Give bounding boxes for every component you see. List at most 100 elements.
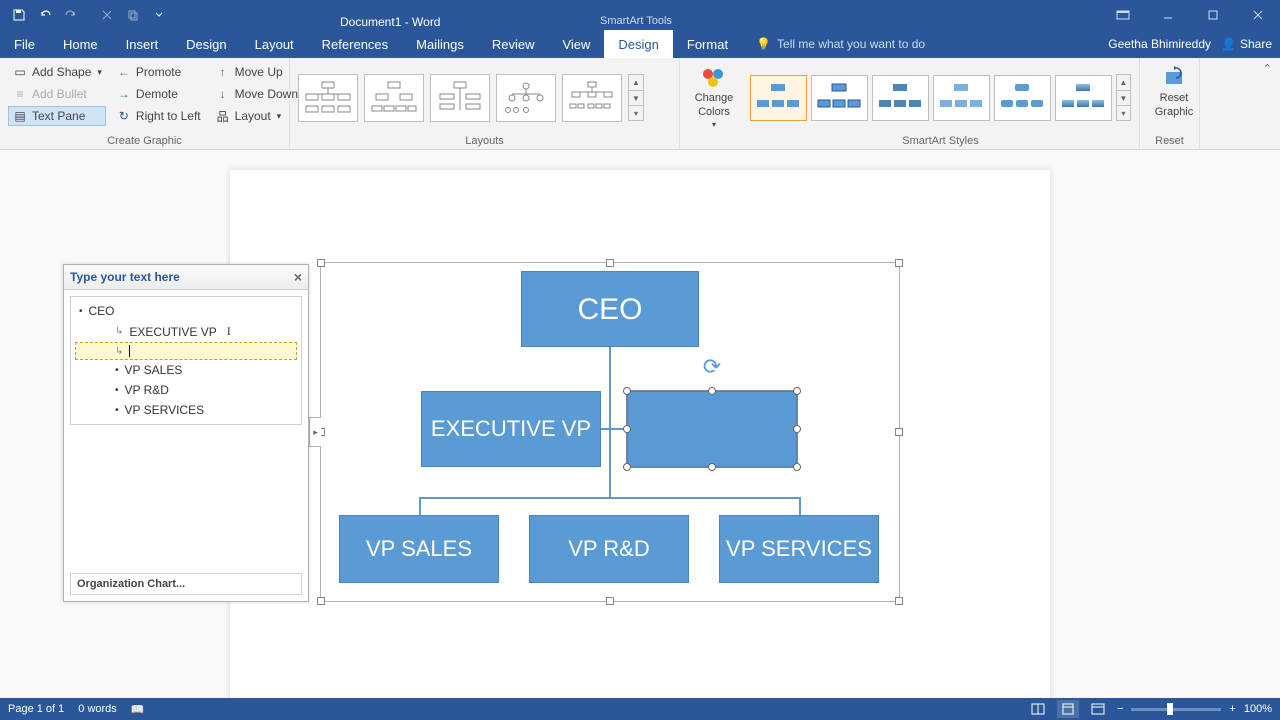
status-words[interactable]: 0 words [78,703,117,716]
create-graphic-group-label: Create Graphic [8,133,281,147]
style-thumb-3[interactable] [872,75,929,121]
text-pane-list[interactable]: •CEO ↳EXECUTIVE VPI ↳ •VP SALES •VP R&D … [70,296,302,425]
close-icon[interactable] [1235,0,1280,30]
zoom-slider[interactable] [1131,708,1221,711]
zoom-level[interactable]: 100% [1244,703,1272,715]
menu-file[interactable]: File [0,30,49,58]
qa-customize-icon[interactable] [146,2,172,28]
tp-item-vprd[interactable]: •VP R&D [75,380,297,400]
node-executive-vp[interactable]: EXECUTIVE VP [421,391,601,467]
node-ceo[interactable]: CEO [521,271,699,347]
frame-handle[interactable] [606,597,614,605]
text-pane-button[interactable]: ▤Text Pane [8,106,106,126]
shape-handle[interactable] [708,387,716,395]
shape-handle[interactable] [793,425,801,433]
maximize-icon[interactable] [1190,0,1235,30]
style-thumb-4[interactable] [933,75,990,121]
menu-insert[interactable]: Insert [112,30,173,58]
tp-item-evp[interactable]: ↳EXECUTIVE VPI [75,321,297,342]
node-vp-rd[interactable]: VP R&D [529,515,689,583]
style-thumb-6[interactable] [1055,75,1112,121]
shape-handle[interactable] [708,463,716,471]
shape-handle[interactable] [623,463,631,471]
menu-smartart-design[interactable]: Design [604,30,672,58]
frame-handle[interactable] [317,259,325,267]
view-read-icon[interactable] [1027,700,1049,718]
tp-item-vpservices[interactable]: •VP SERVICES [75,400,297,420]
status-bar: Page 1 of 1 0 words 📖 − + 100% [0,698,1280,720]
style-thumb-2[interactable] [811,75,868,121]
tp-item-blank-active[interactable]: ↳ [75,342,297,360]
ribbon-options-icon[interactable] [1100,0,1145,30]
text-pane-toggle-tab[interactable]: ▸ [309,417,321,447]
copy-icon[interactable] [120,2,146,28]
style-thumb-5[interactable] [994,75,1051,121]
shape-handle[interactable] [623,425,631,433]
styles-more[interactable]: ▲▼▾ [1116,74,1131,121]
rtl-button[interactable]: ↻Right to Left [112,106,205,126]
zoom-thumb[interactable] [1167,703,1173,715]
layouts-more[interactable]: ▲▼▾ [628,74,644,121]
layout-thumb-2[interactable] [364,74,424,122]
frame-handle[interactable] [606,259,614,267]
layout-thumb-1[interactable] [298,74,358,122]
view-print-icon[interactable] [1057,700,1079,718]
minimize-icon[interactable] [1145,0,1190,30]
menu-design[interactable]: Design [172,30,240,58]
redo-icon[interactable] [58,2,84,28]
demote-button[interactable]: →Demote [112,84,205,104]
style-thumb-1[interactable] [750,75,807,121]
zoom-in-icon[interactable]: + [1229,703,1235,715]
move-up-button[interactable]: ↑Move Up [211,62,302,82]
shape-handle[interactable] [623,387,631,395]
shape-handle[interactable] [793,463,801,471]
share-icon: 👤 [1221,37,1236,51]
shape-handle[interactable] [793,387,801,395]
status-page[interactable]: Page 1 of 1 [8,703,64,716]
promote-icon: ← [116,64,132,80]
zoom-out-icon[interactable]: − [1117,703,1123,715]
rotate-handle-icon[interactable]: ⟳ [703,358,721,376]
promote-button[interactable]: ←Promote [112,62,205,82]
user-name[interactable]: Geetha Bhimireddy [1108,37,1211,51]
tell-me-search[interactable]: 💡 Tell me what you want to do [756,30,925,58]
menu-smartart-format[interactable]: Format [673,30,742,58]
menu-review[interactable]: Review [478,30,549,58]
layout-thumb-5[interactable] [562,74,622,122]
move-down-button[interactable]: ↓Move Down [211,84,302,104]
menu-references[interactable]: References [308,30,402,58]
frame-handle[interactable] [895,597,903,605]
view-web-icon[interactable] [1087,700,1109,718]
text-pane-close-icon[interactable]: × [294,269,302,285]
layout-thumb-4[interactable] [496,74,556,122]
node-vp-sales[interactable]: VP SALES [339,515,499,583]
add-shape-button[interactable]: ▭Add Shape▾ [8,62,106,82]
collapse-ribbon-icon[interactable]: ⌃ [1263,62,1272,75]
styles-group-label: SmartArt Styles [750,133,1131,147]
menu-mailings[interactable]: Mailings [402,30,478,58]
cut-icon[interactable] [94,2,120,28]
menu-view[interactable]: View [548,30,604,58]
share-button[interactable]: 👤 Share [1221,37,1272,51]
menu-home[interactable]: Home [49,30,112,58]
reset-graphic-button[interactable]: Reset Graphic [1148,62,1200,122]
tp-item-vpsales[interactable]: •VP SALES [75,360,297,380]
layout-thumb-3[interactable] [430,74,490,122]
node-blank-selected[interactable]: ⟳ [627,391,797,467]
frame-handle[interactable] [895,259,903,267]
smartart-bounding-frame[interactable]: ▸ CEO EXECUTIVE VP ⟳ VP SALES VP R&D VP … [320,262,900,602]
save-icon[interactable] [6,2,32,28]
menu-layout[interactable]: Layout [241,30,308,58]
tp-item-ceo[interactable]: •CEO [75,301,297,321]
layout-button[interactable]: 品Layout▾ [211,106,302,126]
change-colors-button[interactable]: Change Colors ▾ [688,62,740,133]
node-vp-services[interactable]: VP SERVICES [719,515,879,583]
text-pane-footer[interactable]: Organization Chart... [70,573,302,595]
demote-icon: → [116,86,132,102]
lightbulb-icon: 💡 [756,37,771,51]
smartart-text-pane: Type your text here × •CEO ↳EXECUTIVE VP… [63,264,309,602]
undo-icon[interactable] [32,2,58,28]
frame-handle[interactable] [895,428,903,436]
status-proofing-icon[interactable]: 📖 [131,703,145,716]
frame-handle[interactable] [317,597,325,605]
